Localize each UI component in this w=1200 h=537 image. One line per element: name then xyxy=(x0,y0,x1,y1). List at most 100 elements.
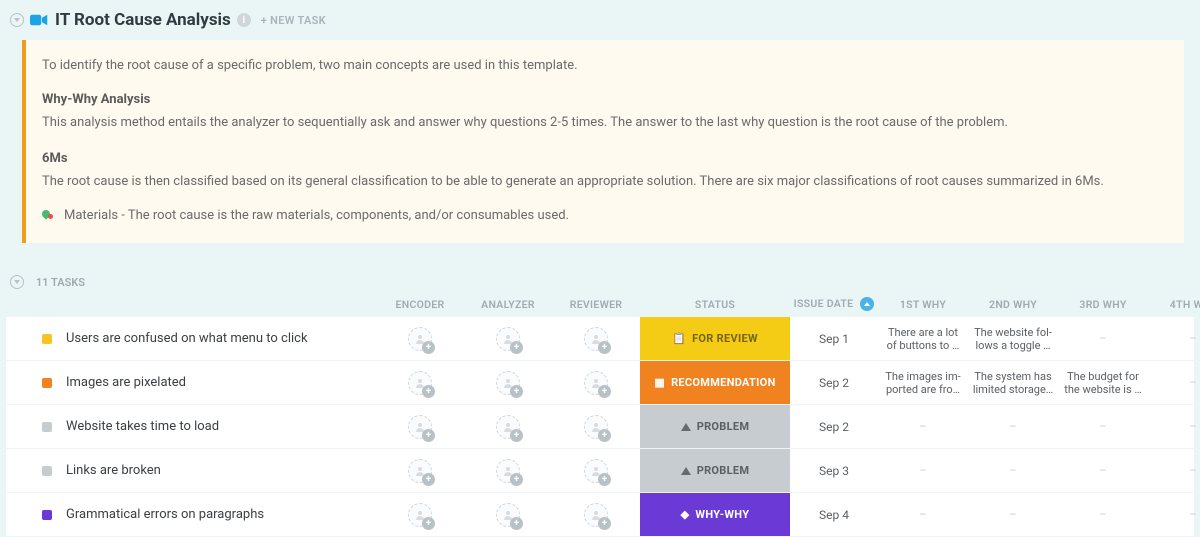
assign-person-button[interactable] xyxy=(408,415,432,439)
leaf-icon xyxy=(42,208,56,222)
task-color-icon xyxy=(42,510,52,520)
why-cell[interactable]: – xyxy=(1148,420,1200,433)
col-issue-date[interactable]: ISSUE DATE xyxy=(790,297,878,311)
why-cell[interactable]: – xyxy=(1058,508,1148,521)
why-cell[interactable]: The website fol­lows a toggle … xyxy=(968,326,1058,352)
video-icon xyxy=(30,13,48,27)
assign-person-button[interactable] xyxy=(408,459,432,483)
description-materials: Materials - The root cause is the raw ma… xyxy=(64,206,569,226)
tasks-collapse-icon[interactable] xyxy=(10,275,24,289)
assign-person-button[interactable] xyxy=(496,371,520,395)
task-title: Images are pixelated xyxy=(66,375,186,390)
sort-asc-icon[interactable] xyxy=(860,297,874,311)
table-row[interactable]: Users are confused on what menu to click… xyxy=(6,317,1194,361)
why-cell[interactable]: – xyxy=(1058,464,1148,477)
status-label: RECOMMENDATION xyxy=(671,376,776,389)
status-badge[interactable]: PROBLEM xyxy=(640,449,790,492)
col-status[interactable]: STATUS xyxy=(640,298,790,311)
warning-icon xyxy=(681,423,691,431)
status-glyph-icon: ▦ xyxy=(654,376,665,389)
status-badge[interactable]: 📋 FOR REVIEW xyxy=(640,317,790,360)
task-title-cell[interactable]: Website takes time to load xyxy=(6,419,376,434)
assign-person-button[interactable] xyxy=(584,415,608,439)
status-badge[interactable]: PROBLEM xyxy=(640,405,790,448)
assign-person-button[interactable] xyxy=(408,371,432,395)
table-row[interactable]: Website takes time to loadPROBLEMSep 2––… xyxy=(6,405,1194,449)
why-cell[interactable]: There are a lot of buttons to … xyxy=(878,326,968,352)
assign-person-button[interactable] xyxy=(584,371,608,395)
col-1st-why[interactable]: 1ST WHY xyxy=(878,298,968,311)
assign-person-button[interactable] xyxy=(408,327,432,351)
why-cell[interactable]: The system has limited storage… xyxy=(968,370,1058,396)
why-cell[interactable]: – xyxy=(1058,332,1148,345)
issue-date-cell[interactable]: Sep 2 xyxy=(790,376,878,390)
task-title: Grammatical errors on paragraphs xyxy=(66,507,264,522)
status-label: PROBLEM xyxy=(697,464,750,477)
why-cell[interactable]: – xyxy=(968,420,1058,433)
col-analyzer[interactable]: ANALYZER xyxy=(464,298,552,311)
why-cell[interactable]: – xyxy=(1058,420,1148,433)
description-section2-body: The root cause is then classified based … xyxy=(42,172,1164,192)
description-panel: To identify the root cause of a specific… xyxy=(22,40,1184,243)
warning-icon xyxy=(681,467,691,475)
assign-person-button[interactable] xyxy=(584,459,608,483)
issue-date-cell[interactable]: Sep 4 xyxy=(790,508,878,522)
assign-person-button[interactable] xyxy=(496,415,520,439)
table-row[interactable]: Images are pixelated ▦ RECOMMENDATION Sep 2… xyxy=(6,361,1194,405)
task-color-icon xyxy=(42,378,52,388)
why-cell[interactable]: – xyxy=(968,464,1058,477)
why-cell[interactable]: The budget for the website is … xyxy=(1058,370,1148,396)
why-cell[interactable]: – xyxy=(1148,508,1200,521)
status-badge[interactable]: ▦ RECOMMENDATION xyxy=(640,361,790,404)
assign-person-button[interactable] xyxy=(496,327,520,351)
page-title: IT Root Cause Analysis xyxy=(55,10,231,30)
task-title-cell[interactable]: Users are confused on what menu to click xyxy=(6,331,376,346)
why-cell[interactable]: – xyxy=(878,464,968,477)
why-cell[interactable]: – xyxy=(1148,464,1200,477)
task-title-cell[interactable]: Images are pixelated xyxy=(6,375,376,390)
status-label: PROBLEM xyxy=(697,420,750,433)
status-glyph-icon: 📋 xyxy=(672,332,686,345)
task-color-icon xyxy=(42,422,52,432)
table-row[interactable]: Links are brokenPROBLEMSep 3–––– xyxy=(6,449,1194,493)
new-task-button[interactable]: + NEW TASK xyxy=(261,14,326,27)
why-cell[interactable]: – xyxy=(1148,376,1200,389)
assign-person-button[interactable] xyxy=(496,503,520,527)
status-label: FOR REVIEW xyxy=(692,332,758,345)
description-section2-title: 6Ms xyxy=(42,149,1164,169)
tasks-table: ENCODER ANALYZER REVIEWER STATUS ISSUE D… xyxy=(6,297,1194,537)
issue-date-cell[interactable]: Sep 3 xyxy=(790,464,878,478)
why-cell[interactable]: – xyxy=(878,508,968,521)
why-cell[interactable]: – xyxy=(968,508,1058,521)
task-title: Website takes time to load xyxy=(66,419,219,434)
description-intro: To identify the root cause of a specific… xyxy=(42,56,1164,76)
col-3rd-why[interactable]: 3RD WHY xyxy=(1058,298,1148,311)
task-color-icon xyxy=(42,334,52,344)
status-glyph-icon: ◆ xyxy=(681,508,690,521)
description-section1-body: This analysis method entails the analyze… xyxy=(42,113,1164,133)
col-4th-way[interactable]: 4TH WAY xyxy=(1148,298,1200,311)
task-color-icon xyxy=(42,466,52,476)
task-title-cell[interactable]: Grammatical errors on paragraphs xyxy=(6,507,376,522)
col-reviewer[interactable]: REVIEWER xyxy=(552,298,640,311)
why-cell[interactable]: – xyxy=(1148,332,1200,345)
issue-date-cell[interactable]: Sep 2 xyxy=(790,420,878,434)
description-section1-title: Why-Why Analysis xyxy=(42,90,1164,110)
why-cell[interactable]: The images im­ported are fro… xyxy=(878,370,968,396)
assign-person-button[interactable] xyxy=(408,503,432,527)
task-title: Links are broken xyxy=(66,463,161,478)
assign-person-button[interactable] xyxy=(584,503,608,527)
collapse-toggle-icon[interactable] xyxy=(10,13,24,27)
assign-person-button[interactable] xyxy=(496,459,520,483)
why-cell[interactable]: – xyxy=(878,420,968,433)
task-title: Users are confused on what menu to click xyxy=(66,331,308,346)
assign-person-button[interactable] xyxy=(584,327,608,351)
tasks-count-label: 11 TASKS xyxy=(36,276,85,289)
col-encoder[interactable]: ENCODER xyxy=(376,298,464,311)
status-label: WHY-WHY xyxy=(695,508,749,521)
issue-date-cell[interactable]: Sep 1 xyxy=(790,332,878,346)
table-row[interactable]: Grammatical errors on paragraphs ◆ WHY-WHY… xyxy=(6,493,1194,537)
info-icon[interactable]: i xyxy=(237,13,251,27)
col-2nd-why[interactable]: 2ND WHY xyxy=(968,298,1058,311)
task-title-cell[interactable]: Links are broken xyxy=(6,463,376,478)
